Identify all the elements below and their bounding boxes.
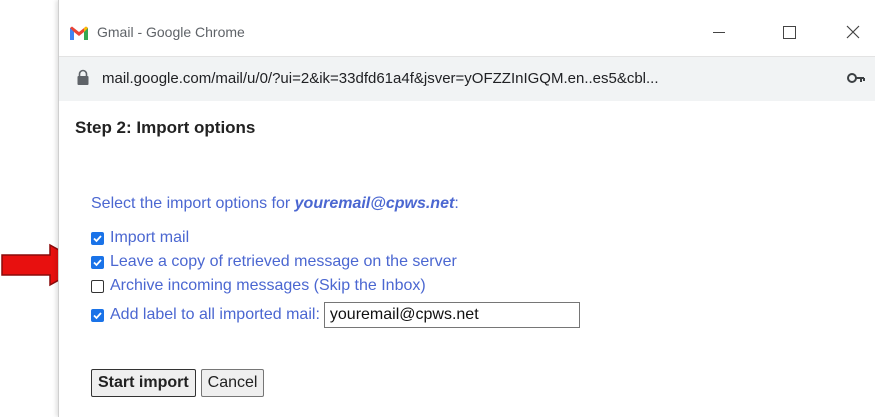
minimize-icon	[713, 31, 725, 33]
close-button[interactable]	[833, 18, 873, 46]
maximize-icon	[782, 25, 796, 39]
dialog-buttons: Start import Cancel	[91, 369, 265, 397]
prompt-prefix: Select the import options for	[91, 195, 295, 212]
checkmark-icon	[93, 258, 102, 266]
page-title: Step 2: Import options	[75, 118, 256, 137]
start-import-button[interactable]: Start import	[91, 369, 196, 397]
add-label-label: Add label to all imported mail:	[110, 306, 320, 323]
label-input[interactable]	[323, 302, 580, 328]
import-options-dialog: Step 2: Import options Select the import…	[59, 101, 875, 417]
window-title: Gmail - Google Chrome	[97, 24, 245, 40]
cancel-button[interactable]: Cancel	[200, 369, 265, 397]
checkmark-icon	[93, 234, 102, 242]
close-icon	[846, 25, 860, 39]
archive-incoming-checkbox[interactable]	[91, 279, 104, 293]
archive-incoming-label: Archive incoming messages (Skip the Inbo…	[110, 277, 426, 294]
import-mail-label: Import mail	[110, 229, 190, 246]
option-leave-copy[interactable]: Leave a copy of retrieved message on the…	[91, 251, 457, 273]
key-icon[interactable]	[847, 71, 865, 85]
leave-copy-label: Leave a copy of retrieved message on the…	[110, 253, 457, 270]
import-mail-checkbox[interactable]	[91, 231, 104, 245]
minimize-button[interactable]	[699, 18, 739, 46]
url-text[interactable]: mail.google.com/mail/u/0/?ui=2&ik=33dfd6…	[102, 70, 659, 87]
chrome-popup-window: Gmail - Google Chrome mail.google.com/ma…	[58, 0, 875, 417]
prompt-suffix: :	[454, 195, 459, 212]
prompt-email: youremail@cpws.net	[294, 195, 455, 212]
title-bar: Gmail - Google Chrome	[59, 0, 875, 56]
gmail-icon	[70, 26, 88, 40]
import-prompt: Select the import options for youremail@…	[91, 195, 459, 213]
address-bar[interactable]: mail.google.com/mail/u/0/?ui=2&ik=33dfd6…	[59, 56, 875, 102]
add-label-checkbox[interactable]	[91, 308, 104, 322]
checkmark-icon	[93, 311, 102, 319]
lock-icon[interactable]	[76, 69, 90, 86]
option-import-mail[interactable]: Import mail	[91, 227, 189, 249]
maximize-button[interactable]	[769, 18, 809, 46]
option-add-label[interactable]: Add label to all imported mail:	[91, 301, 580, 329]
option-archive-incoming[interactable]: Archive incoming messages (Skip the Inbo…	[91, 275, 426, 297]
leave-copy-checkbox[interactable]	[91, 255, 104, 269]
